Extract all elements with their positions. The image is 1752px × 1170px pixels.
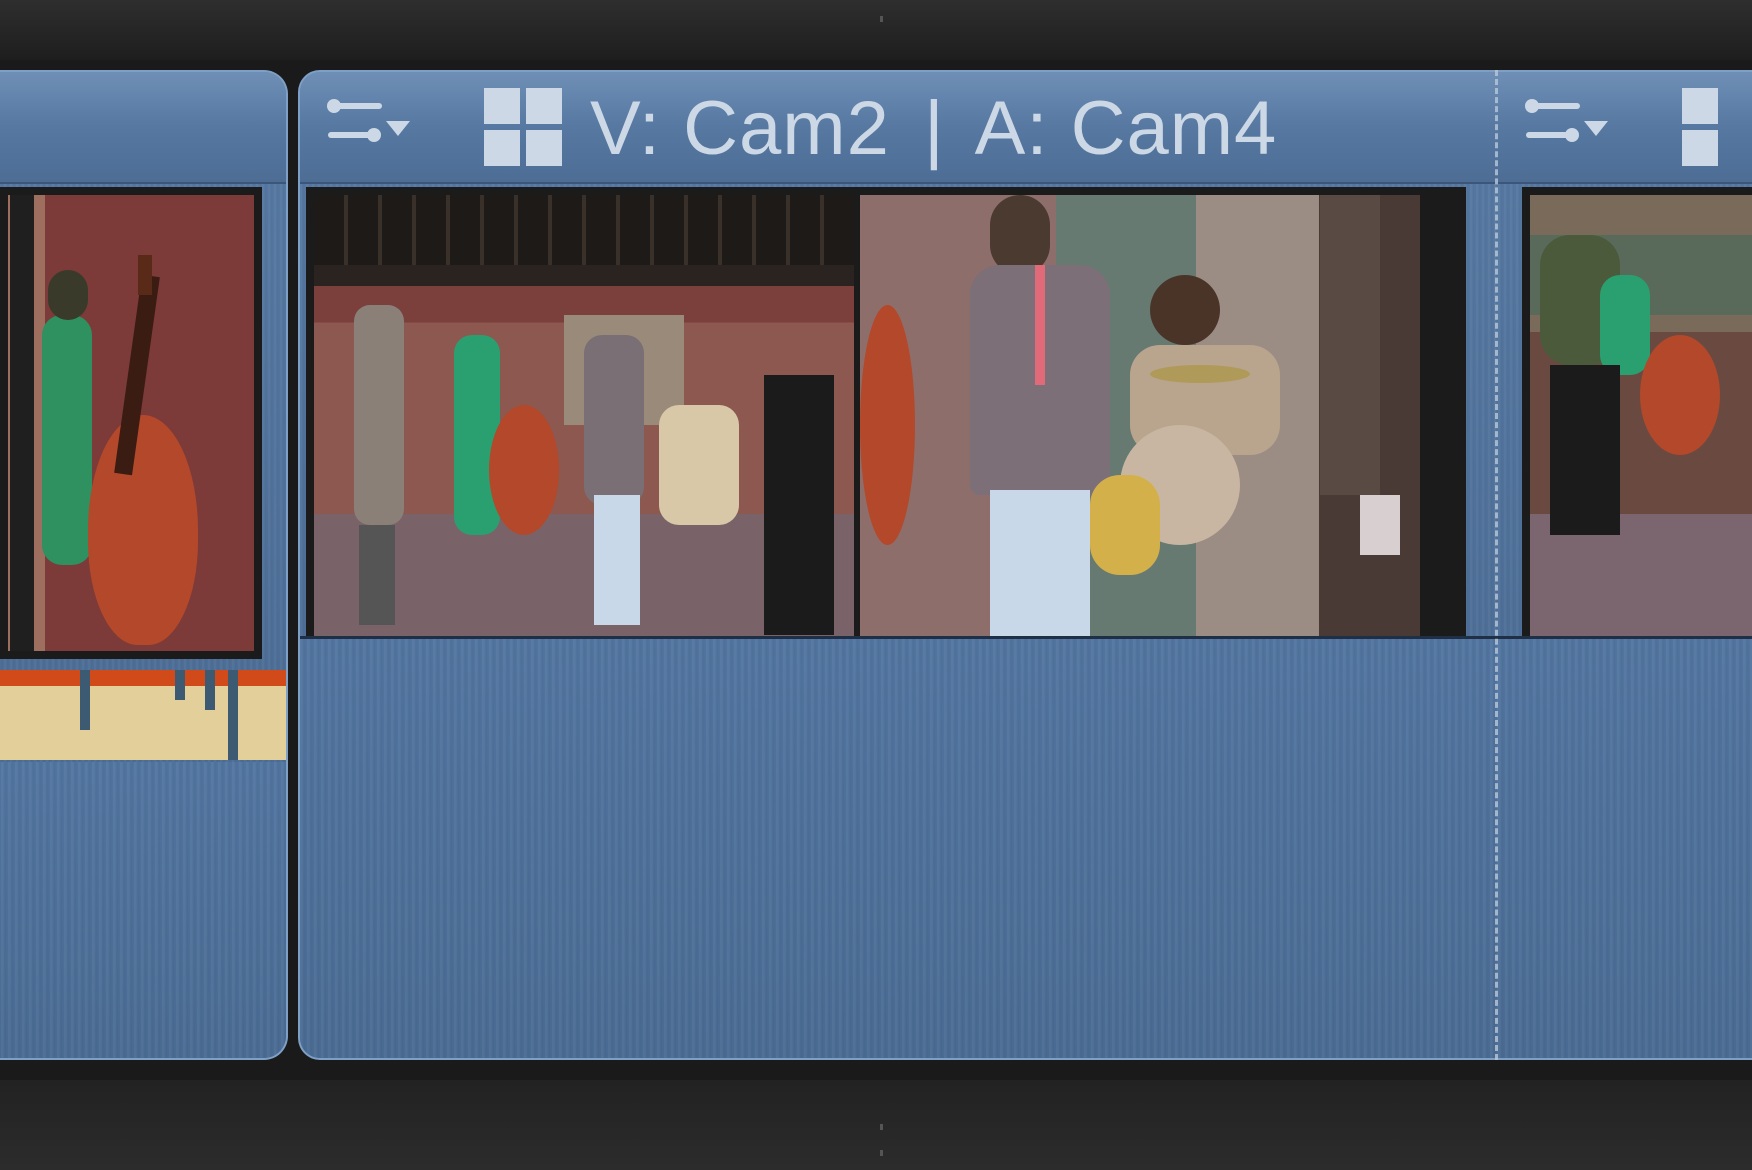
title-separator: |: [923, 86, 945, 171]
ruler-tick: [880, 16, 883, 22]
ruler-tick: [880, 1150, 883, 1156]
video-thumbnail: [1530, 195, 1752, 651]
video-angle-label: V: Cam2: [590, 86, 890, 171]
audio-lane: [1498, 639, 1752, 1058]
timeline-footer: [0, 1080, 1752, 1170]
clip-filmstrip: [1522, 187, 1752, 659]
video-thumbnail: [860, 195, 1420, 651]
audio-lane: [300, 639, 1498, 1058]
clip-header[interactable]: [1498, 72, 1752, 184]
video-thumbnail: [314, 195, 854, 651]
multicam-clip-next[interactable]: [1498, 70, 1752, 1060]
audio-lane: [0, 762, 286, 1058]
angle-grid-icon[interactable]: [484, 88, 564, 168]
multicam-clip-previous[interactable]: [0, 70, 288, 1060]
audio-waveform: [0, 670, 286, 760]
sliders-icon[interactable]: [324, 94, 414, 164]
clip-header[interactable]: [0, 72, 286, 184]
clip-filmstrip: [306, 187, 1466, 659]
timeline-ruler: [0, 0, 1752, 60]
audio-angle-label: A: Cam4: [974, 86, 1278, 171]
angle-edit-marker: [1495, 70, 1498, 1060]
clip-title: V: Cam2 | A: Cam4: [590, 84, 1277, 174]
ruler-tick: [880, 1124, 883, 1130]
sliders-icon[interactable]: [1522, 94, 1612, 164]
video-thumbnail: [8, 195, 254, 651]
angle-grid-icon[interactable]: [1682, 88, 1752, 168]
clip-filmstrip: [0, 187, 262, 659]
multicam-clip[interactable]: V: Cam2 | A: Cam4: [298, 70, 1498, 1060]
clip-header[interactable]: V: Cam2 | A: Cam4: [300, 72, 1498, 184]
